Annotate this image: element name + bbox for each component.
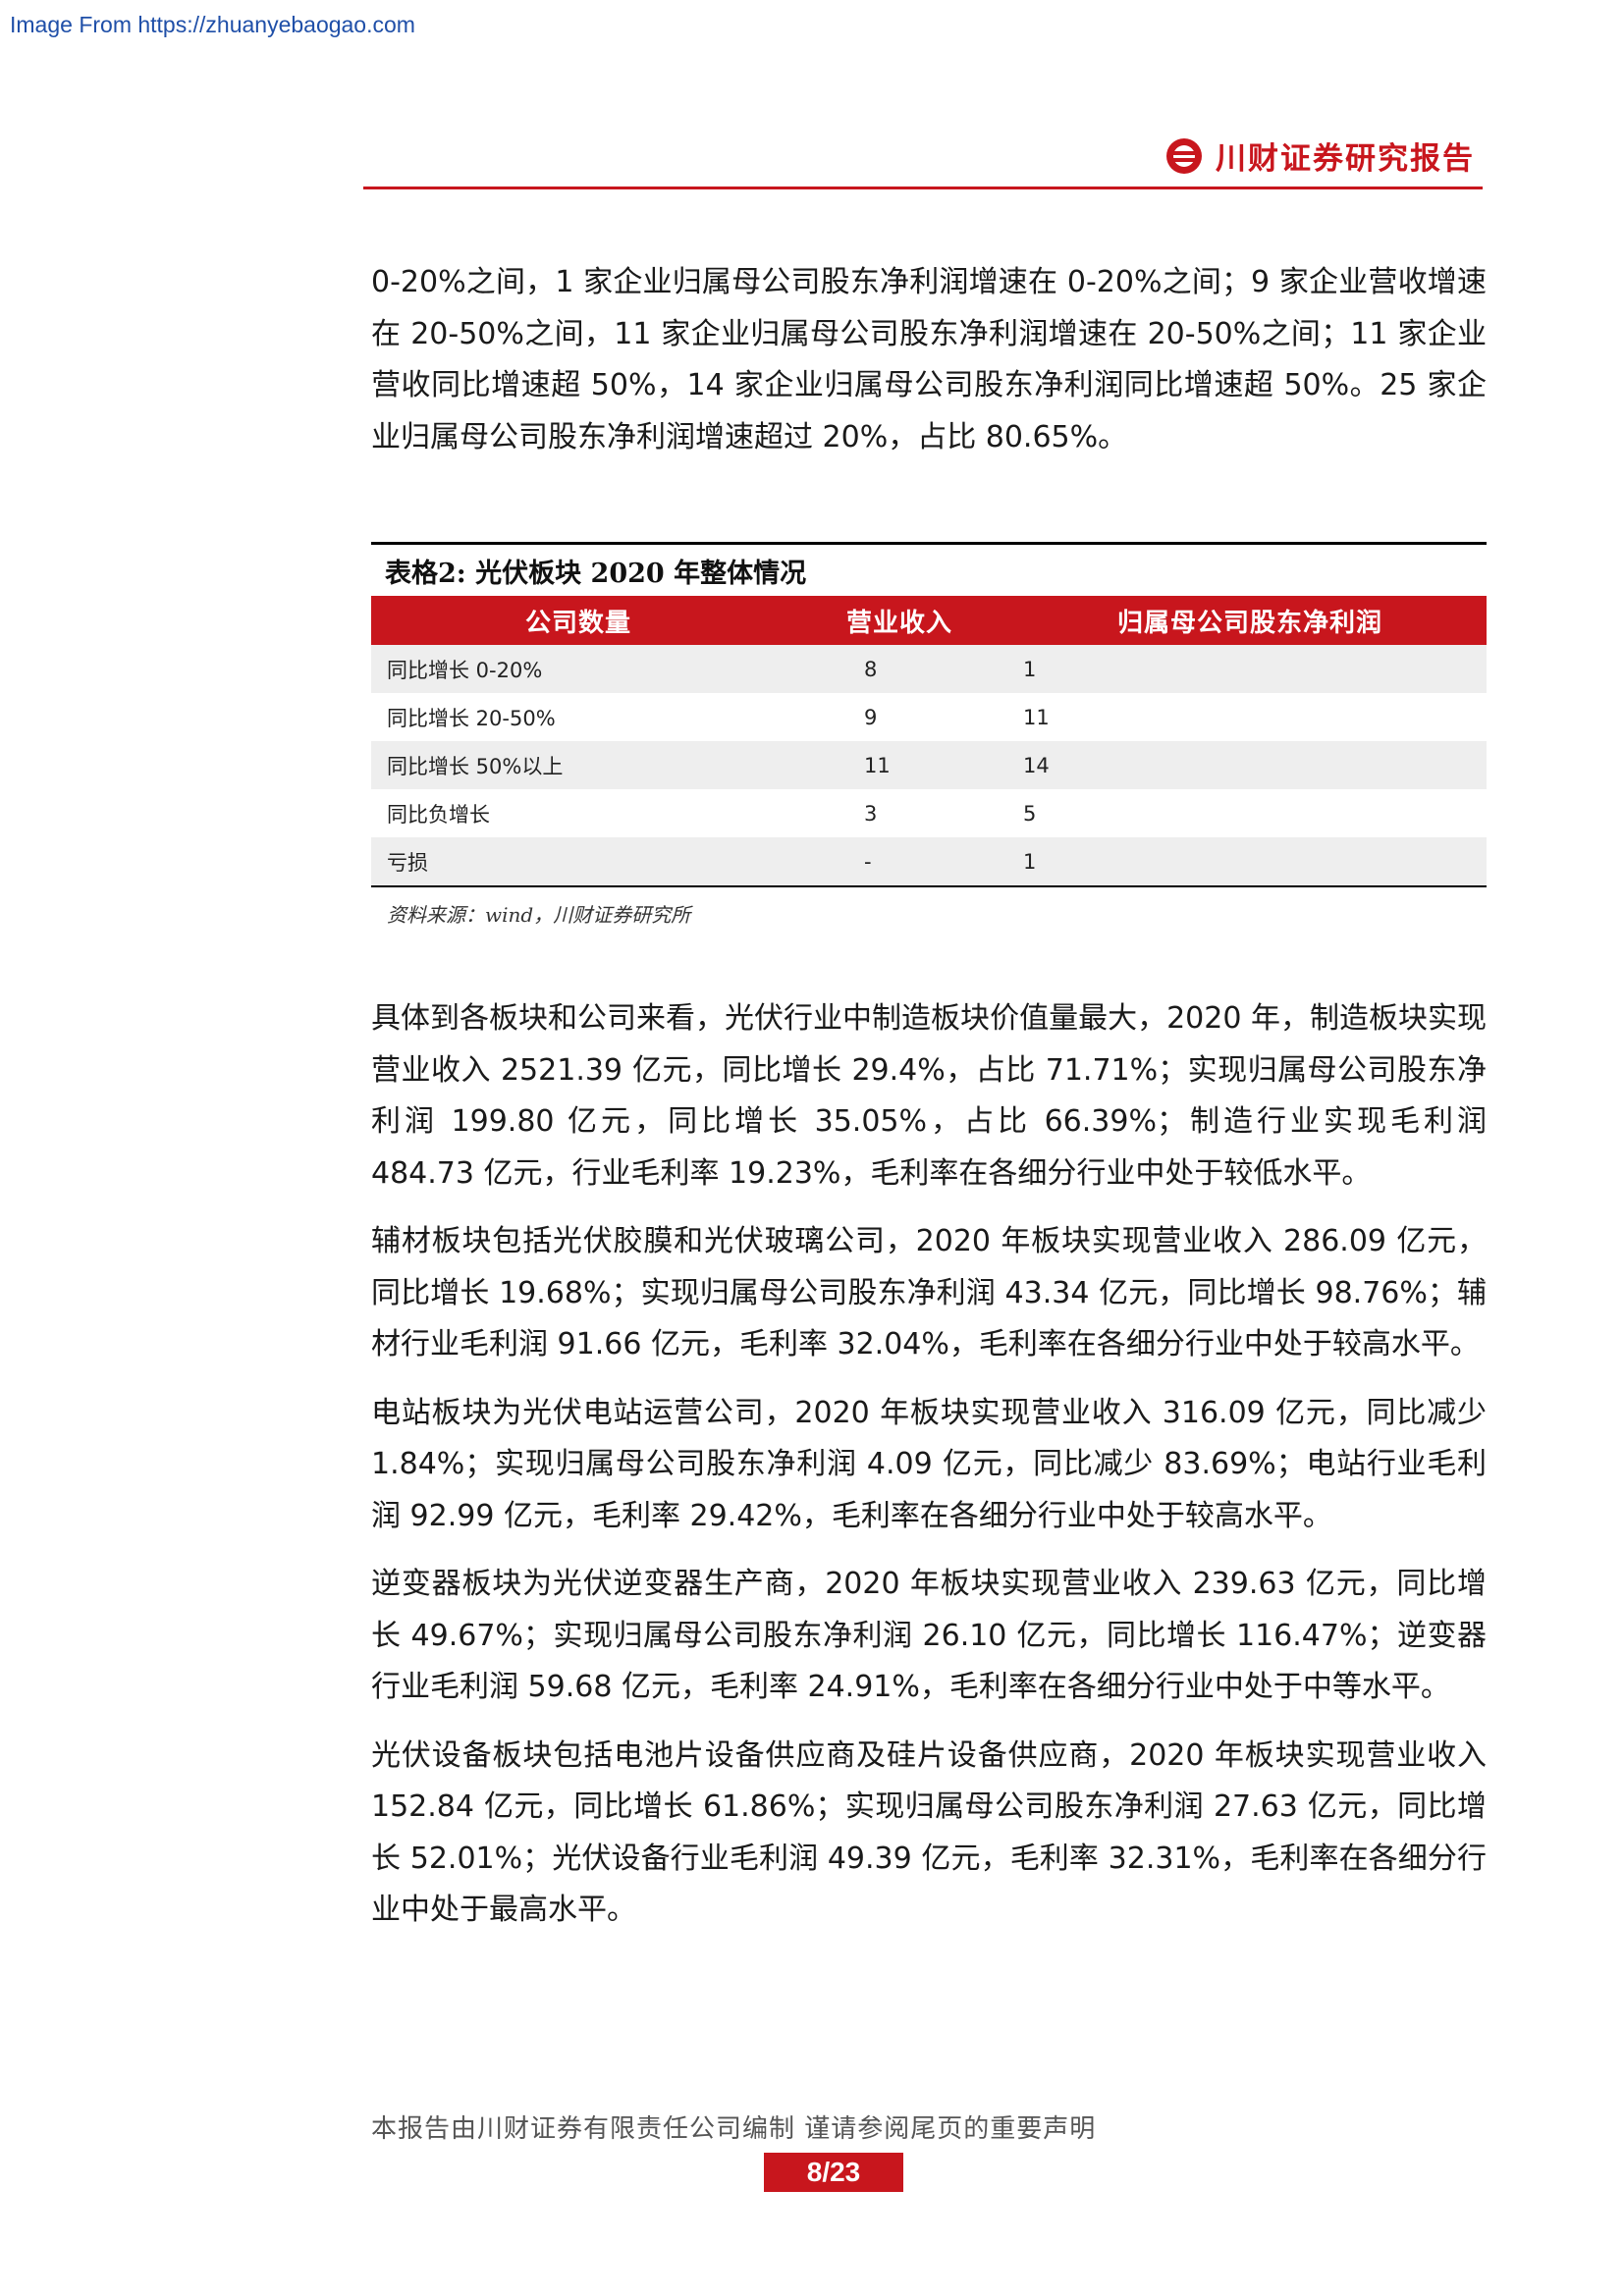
intro-paragraph: 0-20%之间，1 家企业归属母公司股东净利润增速在 0-20%之间；9 家企业…: [371, 265, 1487, 454]
intro-section: 0-20%之间，1 家企业归属母公司股东净利润增速在 0-20%之间；9 家企业…: [371, 257, 1487, 463]
summary-table: 公司数量 营业收入 归属母公司股东净利润 同比增长 0-20% 8 1 同比增长…: [371, 596, 1487, 887]
table-header-company-count: 公司数量: [371, 596, 785, 645]
page-number: 8/23: [764, 2153, 903, 2192]
paragraph-manufacturing: 具体到各板块和公司来看，光伏行业中制造板块价值量最大，2020 年，制造板块实现…: [371, 1001, 1487, 1191]
page-header: 川财证券研究报告: [363, 126, 1483, 189]
brand-name: 川财证券研究报告: [1216, 141, 1475, 177]
table-cell-category: 同比增长 20-50%: [371, 693, 785, 741]
table-source-note: 资料来源：wind，川财证券研究所: [387, 903, 691, 927]
table-cell-revenue: -: [785, 837, 1013, 887]
table-cell-revenue: 9: [785, 693, 1013, 741]
paragraph-power-stations: 电站板块为光伏电站运营公司，2020 年板块实现营业收入 316.09 亿元，同…: [371, 1395, 1487, 1533]
summary-table-block: 表格2: 光伏板块 2020 年整体情况 公司数量 营业收入 归属母公司股东净利…: [371, 542, 1487, 928]
paragraph-auxiliary-materials: 辅材板块包括光伏胶膜和光伏玻璃公司，2020 年板块实现营业收入 286.09 …: [371, 1224, 1487, 1362]
table-cell-category: 同比增长 0-20%: [371, 645, 785, 693]
table-header-revenue: 营业收入: [785, 596, 1013, 645]
analysis-section: 具体到各板块和公司来看，光伏行业中制造板块价值量最大，2020 年，制造板块实现…: [371, 993, 1487, 1937]
brand: 川财证券研究报告: [1164, 133, 1475, 178]
table-cell-revenue: 11: [785, 741, 1013, 789]
table-title: 表格2: 光伏板块 2020 年整体情况: [371, 542, 1487, 596]
table-header-net-profit: 归属母公司股东净利润: [1013, 596, 1487, 645]
brand-logo-icon: [1166, 137, 1202, 174]
table-cell-revenue: 3: [785, 789, 1013, 837]
table-cell-net-profit: 1: [1013, 837, 1487, 887]
watermark-text: Image From https://zhuanyebaogao.com: [10, 12, 415, 37]
table-row: 同比负增长 3 5: [371, 789, 1487, 837]
table-row: 同比增长 20-50% 9 11: [371, 693, 1487, 741]
table-cell-revenue: 8: [785, 645, 1013, 693]
table-cell-category: 同比负增长: [371, 789, 785, 837]
table-header-row: 公司数量 营业收入 归属母公司股东净利润: [371, 596, 1487, 645]
table-cell-category: 同比增长 50%以上: [371, 741, 785, 789]
table-row: 亏损 - 1: [371, 837, 1487, 887]
table-cell-net-profit: 1: [1013, 645, 1487, 693]
table-cell-category: 亏损: [371, 837, 785, 887]
table-row: 同比增长 0-20% 8 1: [371, 645, 1487, 693]
paragraph-pv-equipment: 光伏设备板块包括电池片设备供应商及硅片设备供应商，2020 年板块实现营业收入 …: [371, 1737, 1487, 1928]
table-cell-net-profit: 11: [1013, 693, 1487, 741]
table-cell-net-profit: 14: [1013, 741, 1487, 789]
table-row: 同比增长 50%以上 11 14: [371, 741, 1487, 789]
paragraph-inverters: 逆变器板块为光伏逆变器生产商，2020 年板块实现营业收入 239.63 亿元，…: [371, 1567, 1487, 1704]
footer-disclaimer: 本报告由川财证券有限责任公司编制 谨请参阅尾页的重要声明: [371, 2114, 1097, 2144]
table-cell-net-profit: 5: [1013, 789, 1487, 837]
